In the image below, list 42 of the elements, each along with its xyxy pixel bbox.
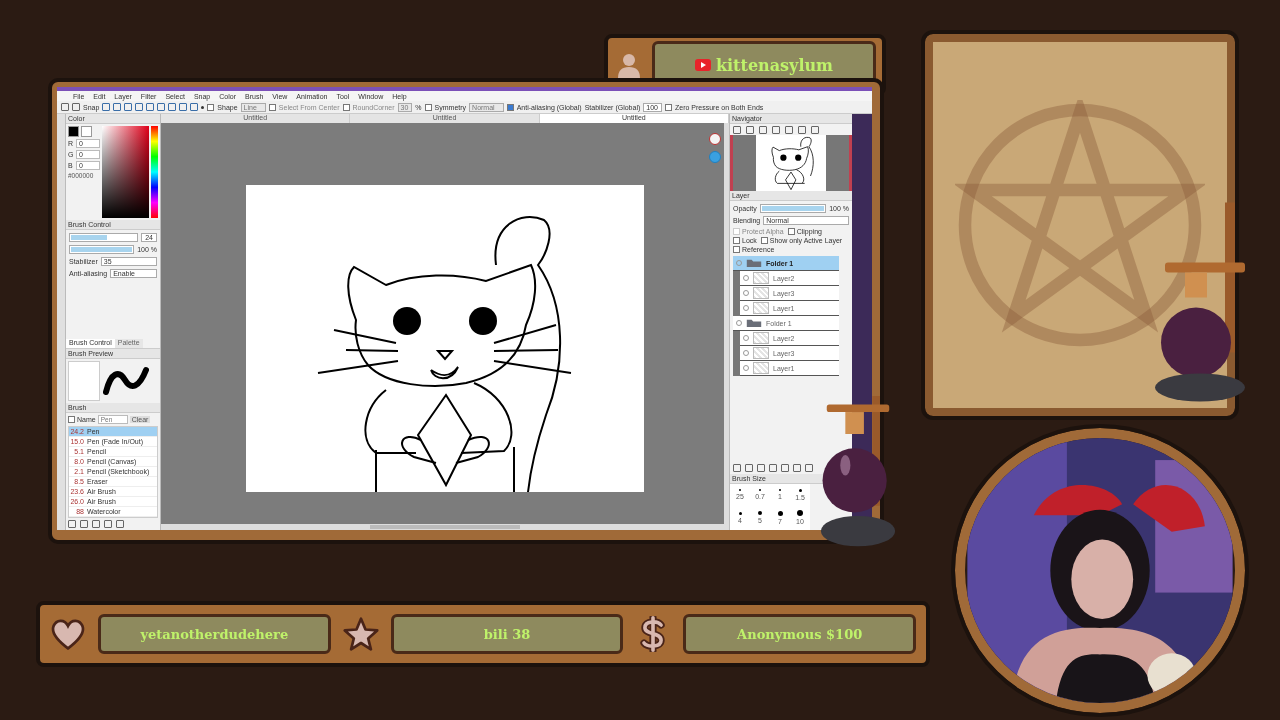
alert-slot: bili 38 [390, 614, 624, 654]
dot-icon[interactable] [797, 510, 803, 517]
scrollbar[interactable] [370, 525, 520, 529]
dot-icon[interactable] [201, 105, 205, 109]
checkbox[interactable] [733, 246, 740, 253]
alert-slot: Anonymous $100 [683, 614, 916, 654]
play-icon [694, 59, 711, 71]
checkbox[interactable] [68, 416, 75, 423]
checkbox[interactable] [760, 237, 768, 244]
layer-thumbnail [753, 362, 769, 374]
checkbox[interactable] [787, 228, 795, 235]
dot-icon[interactable] [798, 488, 802, 492]
alert-slot: yetanotherdudehere [98, 614, 331, 654]
star-icon [342, 616, 379, 652]
channel-name: kittenasylum [715, 55, 834, 75]
scrollbar[interactable] [724, 123, 729, 524]
checkbox[interactable] [424, 103, 432, 111]
dot-icon[interactable] [738, 511, 742, 515]
dot-icon[interactable] [777, 510, 783, 516]
folder-icon [746, 318, 762, 328]
folder-icon [746, 258, 762, 268]
color-picker[interactable] [102, 126, 149, 218]
avatar-icon[interactable] [709, 133, 721, 145]
checkbox[interactable] [268, 103, 276, 111]
hue-bar[interactable] [151, 126, 158, 218]
checkbox[interactable] [733, 237, 740, 244]
checkbox[interactable] [506, 103, 514, 111]
layer-thumbnail [753, 347, 769, 359]
heart-icon [50, 616, 86, 652]
layer-thumbnail [753, 272, 769, 284]
brush-stroke-icon [103, 366, 149, 396]
checkbox[interactable] [664, 103, 672, 111]
layer-thumbnail [753, 287, 769, 299]
checkbox[interactable] [342, 103, 350, 111]
layer-thumbnail [753, 332, 769, 344]
size-slider[interactable] [69, 233, 139, 242]
checkbox[interactable] [207, 103, 215, 111]
layer-thumbnail [753, 302, 769, 314]
color-swatch[interactable] [68, 126, 79, 137]
dot-icon[interactable] [758, 511, 762, 516]
preview-box [68, 361, 100, 401]
color-swatch[interactable] [81, 126, 92, 137]
